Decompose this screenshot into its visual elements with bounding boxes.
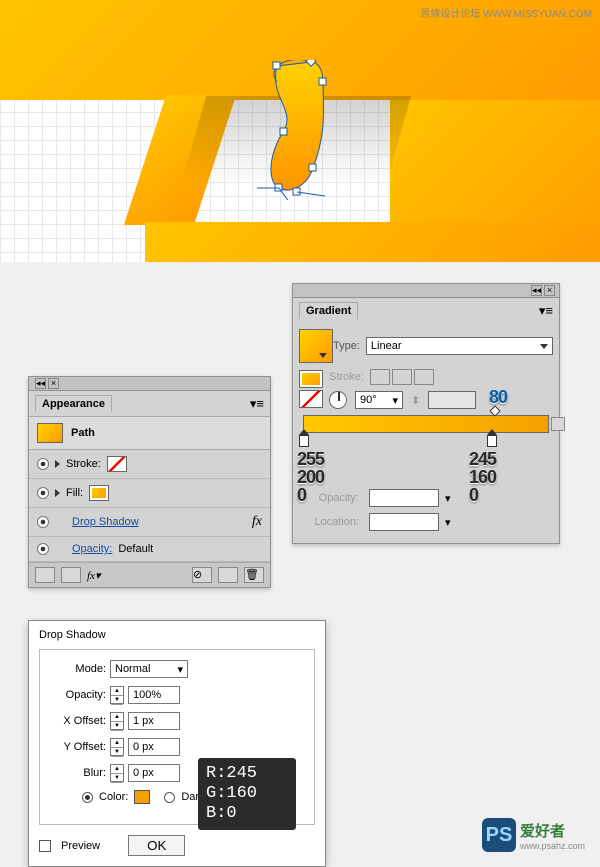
- watermark-top: 思缘设计论坛 WWW.MISSYUAN.COM: [420, 5, 592, 20]
- new-btn[interactable]: [218, 567, 238, 583]
- delete-stop-icon[interactable]: [551, 417, 565, 431]
- rgb-b: B:0: [206, 804, 288, 824]
- aspect-input: [428, 391, 476, 409]
- ps-badge: PS: [482, 818, 516, 852]
- rgb-tooltip: R:245 G:160 B:0: [198, 758, 296, 830]
- panel-menu-icon[interactable]: ▾≡: [539, 303, 553, 319]
- type-select[interactable]: Linear: [366, 337, 553, 355]
- appearance-panel: ◂◂ × Appearance ▾≡ Path Stroke: Fill: Dr…: [28, 376, 271, 588]
- selected-path[interactable]: [257, 60, 337, 200]
- gradient-preview-swatch[interactable]: [299, 329, 333, 363]
- darkness-radio[interactable]: [164, 792, 175, 803]
- gradient-tab[interactable]: Gradient: [299, 302, 358, 319]
- opacity-spinner[interactable]: ▲▼: [110, 686, 124, 704]
- location-label: Location:: [299, 516, 359, 528]
- eye-icon[interactable]: [37, 543, 49, 555]
- panel-close-icon[interactable]: ×: [544, 285, 555, 296]
- yoffset-spinner[interactable]: ▲▼: [110, 738, 124, 756]
- rgb-g: G:160: [206, 784, 288, 804]
- clear-btn[interactable]: ⊘: [192, 567, 212, 583]
- object-type: Path: [71, 427, 95, 439]
- effect-row[interactable]: Drop Shadow fx: [29, 508, 270, 537]
- stroke-none-swatch[interactable]: [107, 456, 127, 472]
- opacity-input[interactable]: 100%: [128, 686, 180, 704]
- eye-icon[interactable]: [37, 487, 49, 499]
- xoffset-input[interactable]: 1 px: [128, 712, 180, 730]
- footer-btn-1[interactable]: [35, 567, 55, 583]
- swatch-dropdown-icon[interactable]: [319, 353, 327, 358]
- blur-spinner[interactable]: ▲▼: [110, 764, 124, 782]
- gradient-stop-left[interactable]: [299, 435, 309, 447]
- panel-close-icon[interactable]: ×: [48, 378, 59, 389]
- yoffset-input[interactable]: 0 px: [128, 738, 180, 756]
- trash-icon[interactable]: 🗑: [244, 567, 264, 583]
- opacity-value: Default: [118, 543, 153, 555]
- stroke-target-swatch[interactable]: [299, 390, 323, 408]
- type-label: Type:: [333, 340, 360, 352]
- mode-select[interactable]: Normal▾: [110, 660, 188, 678]
- opacity-label: Opacity:: [299, 492, 359, 504]
- fill-label: Fill:: [66, 487, 83, 499]
- stop1-b: 0: [297, 485, 306, 506]
- artwork-bottom: [145, 222, 600, 262]
- xoffset-label: X Offset:: [48, 715, 106, 727]
- aspect-icon: ⬍: [411, 394, 420, 407]
- effect-link[interactable]: Drop Shadow: [72, 516, 139, 528]
- stroke-opt-1[interactable]: [370, 369, 390, 385]
- shadow-color-swatch[interactable]: [134, 790, 150, 804]
- object-thumbnail: [37, 423, 63, 443]
- grad-location-input[interactable]: [369, 513, 439, 531]
- fill-row[interactable]: Fill:: [29, 479, 270, 508]
- stroke-opt-3[interactable]: [414, 369, 434, 385]
- color-radio[interactable]: [82, 792, 93, 803]
- stroke-label: Stroke:: [66, 458, 101, 470]
- opacity-row[interactable]: Opacity: Default: [29, 537, 270, 562]
- mode-label: Mode:: [48, 663, 106, 675]
- appearance-footer: fx▾ ⊘ 🗑: [29, 562, 270, 587]
- rgb-r: R:245: [206, 764, 288, 784]
- expand-icon[interactable]: [55, 489, 60, 497]
- yoffset-label: Y Offset:: [48, 741, 106, 753]
- panel-collapse-icon[interactable]: ◂◂: [35, 378, 46, 389]
- angle-dial[interactable]: [329, 391, 347, 409]
- blur-label: Blur:: [48, 767, 106, 779]
- site-watermark: PS 爱好者 www.psahz.com: [482, 818, 585, 852]
- xoffset-spinner[interactable]: ▲▼: [110, 712, 124, 730]
- footer-btn-2[interactable]: [61, 567, 81, 583]
- preview-checkbox[interactable]: [39, 840, 51, 852]
- blur-input[interactable]: 0 px: [128, 764, 180, 782]
- preview-label: Preview: [61, 840, 100, 852]
- ds-opacity-label: Opacity:: [48, 689, 106, 701]
- dialog-title: Drop Shadow: [29, 621, 325, 645]
- gradient-ramp[interactable]: 80 255 200 0 245 160 0: [303, 415, 549, 433]
- panel-menu-icon[interactable]: ▾≡: [250, 396, 264, 412]
- stroke-opt-2[interactable]: [392, 369, 412, 385]
- gradient-stop-right[interactable]: [487, 435, 497, 447]
- eye-icon[interactable]: [37, 516, 49, 528]
- fill-target-swatch[interactable]: [299, 370, 323, 388]
- expand-icon[interactable]: [55, 460, 60, 468]
- ok-button[interactable]: OK: [128, 835, 185, 856]
- angle-input[interactable]: 90°▾: [355, 391, 403, 409]
- stroke-row[interactable]: Stroke:: [29, 450, 270, 479]
- appearance-tab[interactable]: Appearance: [35, 395, 112, 412]
- canvas-area[interactable]: 思缘设计论坛 WWW.MISSYUAN.COM: [0, 0, 600, 262]
- annot-80: 80: [489, 387, 507, 408]
- eye-icon[interactable]: [37, 458, 49, 470]
- panel-collapse-icon[interactable]: ◂◂: [531, 285, 542, 296]
- color-label: Color:: [99, 791, 128, 803]
- opacity-link[interactable]: Opacity:: [72, 543, 112, 555]
- gradient-panel: ◂◂ × Gradient ▾≡ Type: Linear: [292, 283, 560, 544]
- fx-icon[interactable]: fx: [252, 514, 262, 530]
- logo-cn: 爱好者: [520, 820, 585, 841]
- logo-url: www.psahz.com: [520, 841, 585, 851]
- fill-swatch[interactable]: [89, 485, 109, 501]
- grad-stroke-label: Stroke:: [329, 371, 364, 383]
- grad-opacity-input[interactable]: [369, 489, 439, 507]
- panel-tab-bar: ◂◂ ×: [29, 377, 270, 391]
- stop2-b: 0: [469, 485, 478, 506]
